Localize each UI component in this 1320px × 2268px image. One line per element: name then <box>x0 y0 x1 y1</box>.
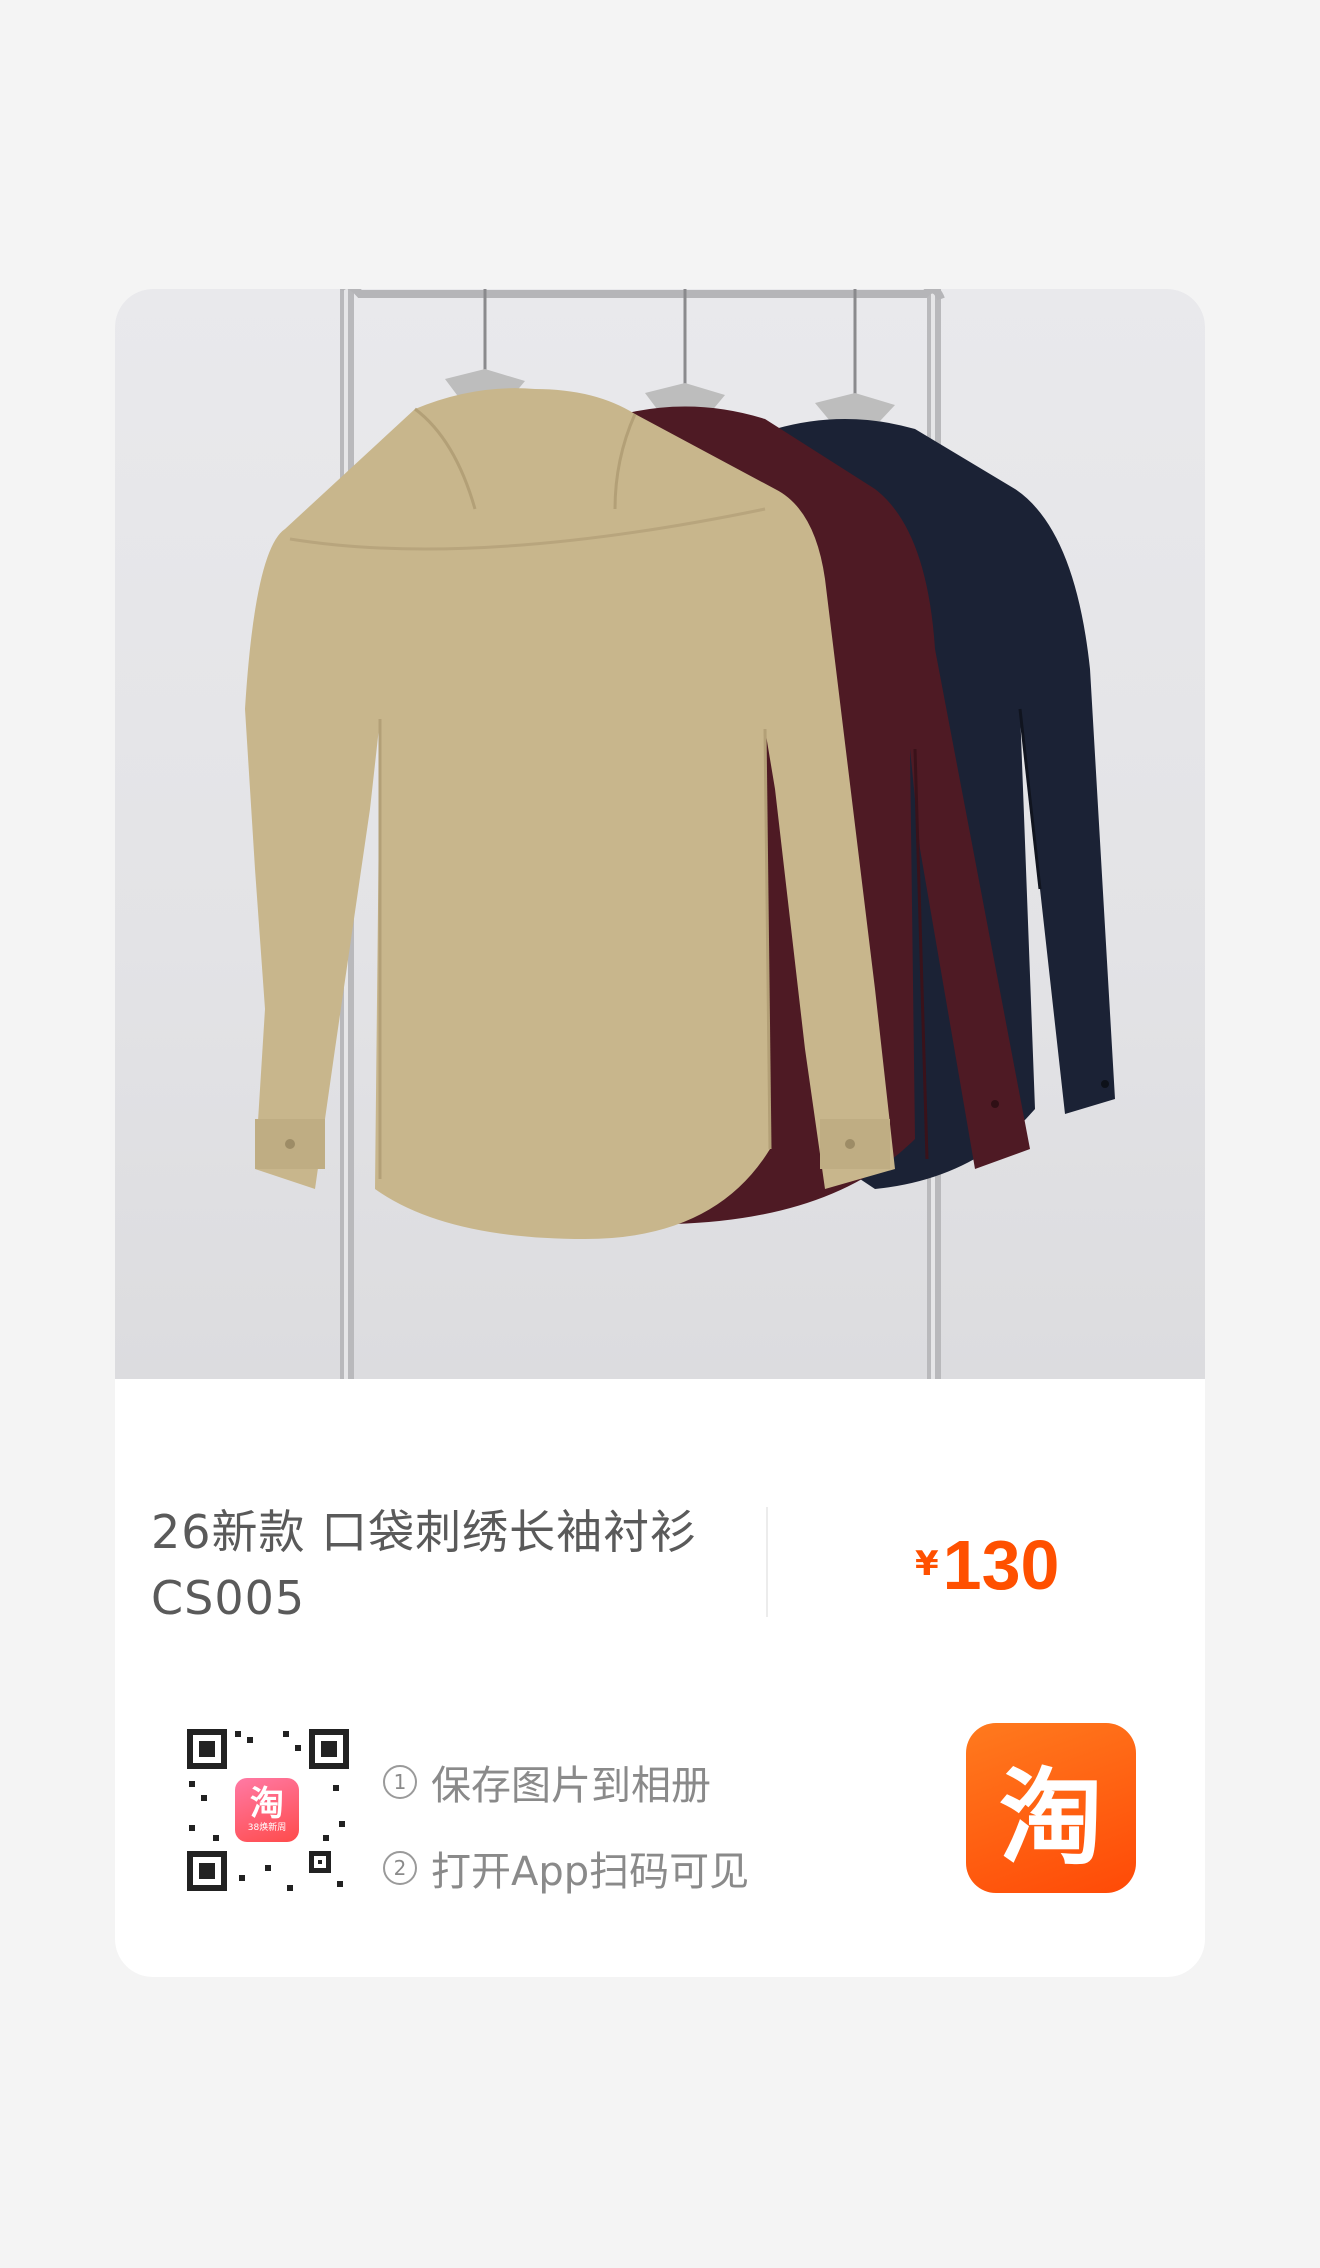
product-info: 26新款 口袋刺绣长袖衬衫 CS005 ¥130 淘 38焕新周 1 保存图片到… <box>115 1379 1205 1977</box>
qr-badge-caption: 38焕新周 <box>247 1823 287 1833</box>
qr-center-badge: 淘 38焕新周 <box>235 1778 299 1842</box>
qr-badge-glyph: 淘 <box>250 1784 284 1824</box>
share-steps: 1 保存图片到相册 2 打开App扫码可见 <box>383 1739 749 1911</box>
share-card: 26新款 口袋刺绣长袖衬衫 CS005 ¥130 淘 38焕新周 1 保存图片到… <box>115 289 1205 1977</box>
shirts-image <box>245 289 1115 1379</box>
qr-code-icon[interactable]: 淘 38焕新周 <box>183 1725 353 1895</box>
product-title-line1: 26新款 口袋刺绣长袖衬衫 <box>151 1505 698 1559</box>
step-text: 保存图片到相册 <box>431 1763 711 1809</box>
step-number: 1 <box>383 1765 417 1799</box>
step-open-app: 2 打开App扫码可见 <box>383 1825 749 1911</box>
step-number: 2 <box>383 1851 417 1885</box>
step-text: 打开App扫码可见 <box>431 1849 750 1895</box>
product-photo[interactable] <box>115 289 1205 1379</box>
currency-symbol: ¥ <box>915 1544 939 1584</box>
divider <box>766 1507 768 1617</box>
product-title-line2: CS005 <box>151 1571 306 1625</box>
price: ¥130 <box>915 1525 1059 1605</box>
step-save-image: 1 保存图片到相册 <box>383 1739 749 1825</box>
taobao-app-icon[interactable]: 淘 <box>966 1723 1136 1893</box>
product-title: 26新款 口袋刺绣长袖衬衫 CS005 <box>151 1499 751 1631</box>
app-icon-glyph: 淘 <box>998 1756 1103 1879</box>
price-value: 130 <box>942 1526 1060 1604</box>
